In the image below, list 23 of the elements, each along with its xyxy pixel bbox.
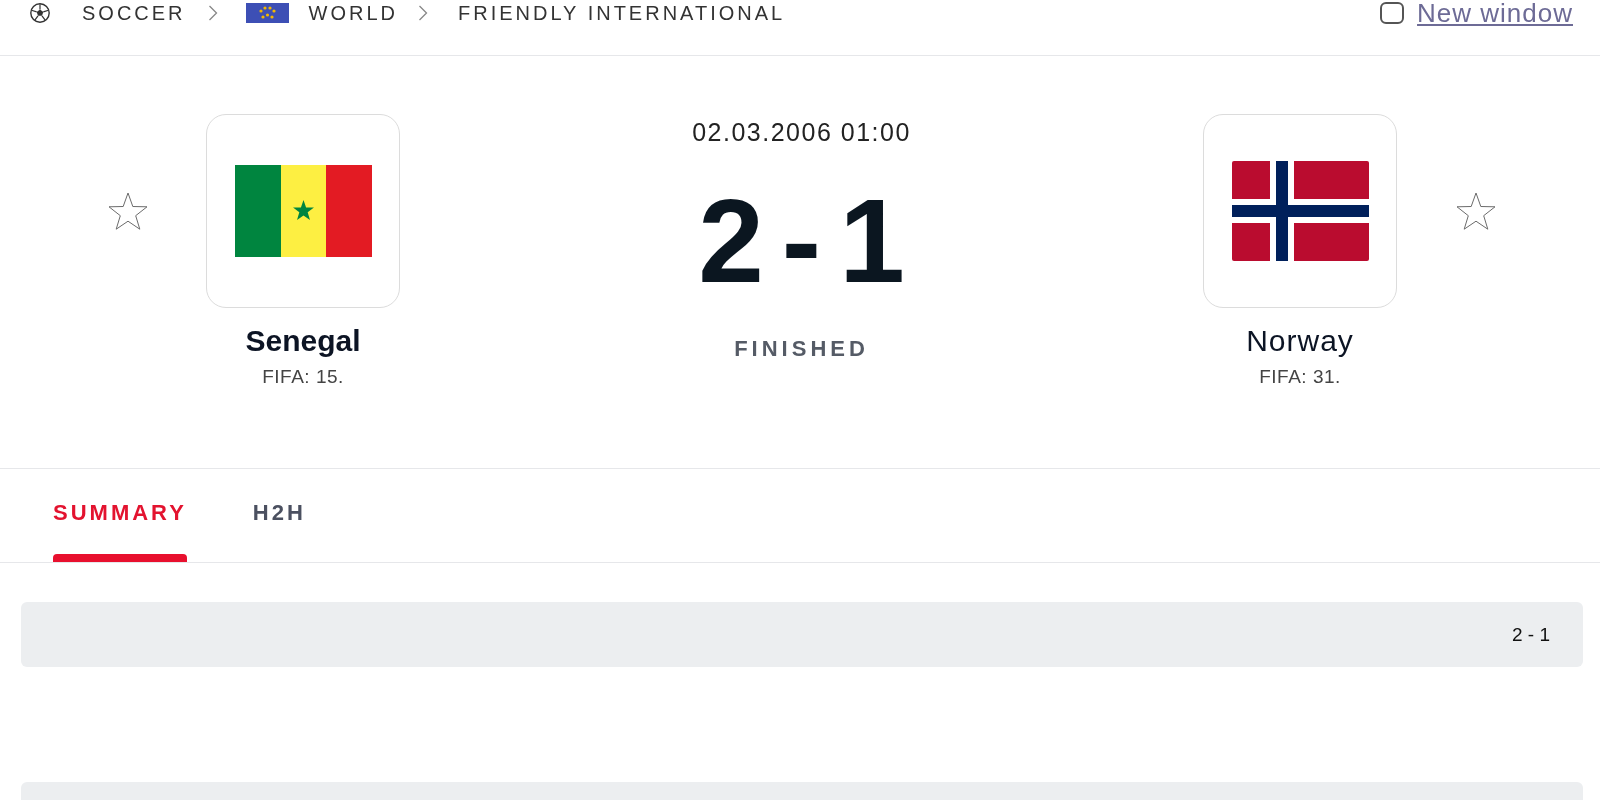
match-score: 2-1: [697, 182, 923, 300]
chevron-icon: [418, 5, 429, 21]
star-icon[interactable]: [1455, 192, 1497, 231]
chevron-icon: [207, 5, 218, 21]
flag-icon: [206, 114, 400, 308]
breadcrumb-link[interactable]: FRIENDLY INTERNATIONAL: [458, 1, 786, 25]
score-text: 2 - 1: [1511, 623, 1550, 646]
new-window-link[interactable]: New window: [1417, 0, 1573, 26]
fifa-rank: FIFA: 15.: [262, 365, 344, 389]
team-name: Senegal: [245, 323, 361, 359]
breadcrumb-link[interactable]: SOCCER: [82, 1, 186, 25]
match-date: 02.03.2006 01:00: [692, 118, 911, 146]
tab[interactable]: H2H: [252, 469, 306, 562]
breadcrumb-link[interactable]: WORLD: [308, 1, 399, 25]
checkbox[interactable]: [1380, 2, 1405, 24]
star-icon[interactable]: [107, 192, 149, 231]
fifa-rank: FIFA: 31.: [1259, 365, 1341, 389]
flag-icon: [245, 3, 289, 23]
soccer-ball-icon: [30, 3, 50, 23]
tab[interactable]: SUMMARY: [53, 469, 187, 562]
match-status: FINISHED: [734, 336, 869, 362]
team-name: Norway: [1246, 323, 1354, 359]
flag-icon: [1203, 114, 1397, 308]
